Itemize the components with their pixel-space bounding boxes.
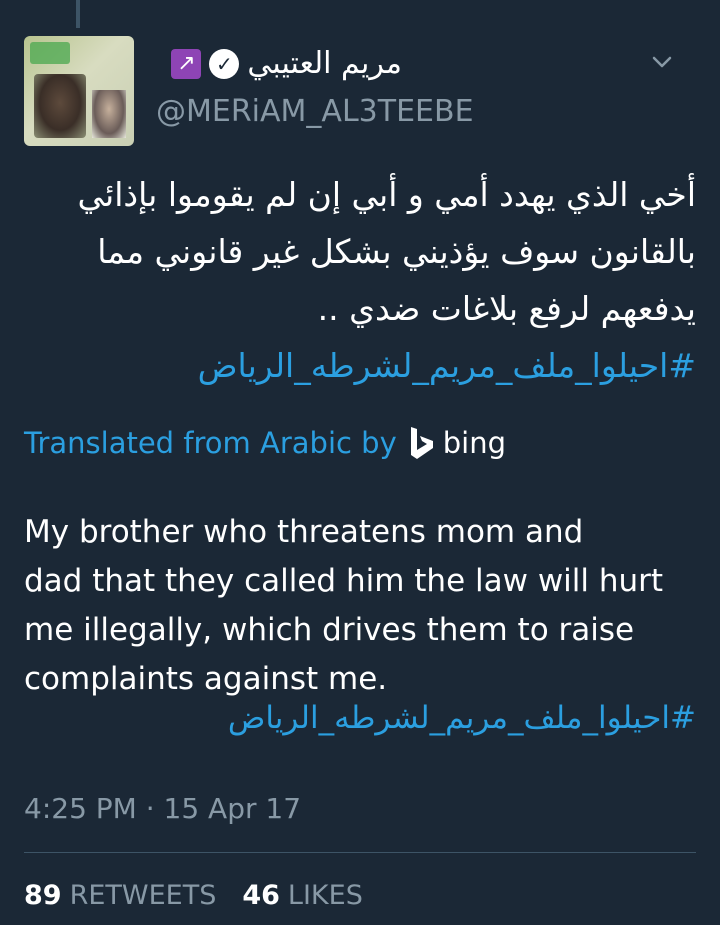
thread-line <box>76 0 80 28</box>
hashtag-link-translated[interactable]: #احيلوا_ملف_مريم_لشرطه_الرياض <box>228 700 696 736</box>
avatar-photo-left <box>34 74 86 138</box>
chevron-down-icon[interactable] <box>650 50 674 74</box>
translation-attribution: Translated from Arabic by bing <box>24 426 506 460</box>
tweet-timestamp: 4:25 PM · 15 Apr 17 <box>24 792 302 825</box>
likes-count: 46 <box>242 880 280 911</box>
arabic-line: بالقانون سوف يؤذيني بشكل غير قانوني مما <box>97 232 696 271</box>
avatar-photo-right <box>92 90 126 138</box>
english-line: complaints against me. <box>24 661 388 697</box>
sagittarius-icon: ↗ <box>171 48 202 79</box>
bing-logo-icon <box>410 427 433 459</box>
english-line: dad that they called him the law will hu… <box>24 563 664 599</box>
translated-label: Translated from Arabic by <box>24 426 397 460</box>
english-line: My brother who threatens mom and <box>24 514 584 550</box>
verified-badge-icon: ✓ <box>209 48 240 79</box>
english-line: me illegally, which drives them to raise <box>24 612 635 648</box>
tweet-text-english: My brother who threatens mom and dad tha… <box>24 508 704 704</box>
arabic-line: يدفعهم لرفع بلاغات ضدي .. <box>317 289 696 328</box>
engagement-stats: 89 RETWEETS 46 LIKES <box>24 880 363 911</box>
divider <box>24 852 696 853</box>
retweets-count: 89 <box>24 880 62 911</box>
user-handle[interactable]: @MERiAM_AL3TEEBE <box>156 94 474 129</box>
avatar[interactable] <box>24 36 134 146</box>
retweets-label: RETWEETS <box>69 880 217 911</box>
tweet-text-arabic: أخي الذي يهدد أمي و أبي إن لم يقوموا بإذ… <box>24 166 696 394</box>
likes-stat[interactable]: 46 LIKES <box>242 880 363 911</box>
display-name: مريم العتيبي <box>247 46 402 81</box>
hashtag-link[interactable]: #احيلوا_ملف_مريم_لشرطه_الرياض <box>24 337 696 394</box>
likes-label: LIKES <box>287 880 363 911</box>
arabic-line: أخي الذي يهدد أمي و أبي إن لم يقوموا بإذ… <box>77 175 696 214</box>
display-name-row[interactable]: مريم العتيبي ✓ ↗ <box>171 46 402 81</box>
avatar-stamp <box>30 42 70 64</box>
retweets-stat[interactable]: 89 RETWEETS <box>24 880 216 911</box>
translator-name: bing <box>442 426 507 460</box>
